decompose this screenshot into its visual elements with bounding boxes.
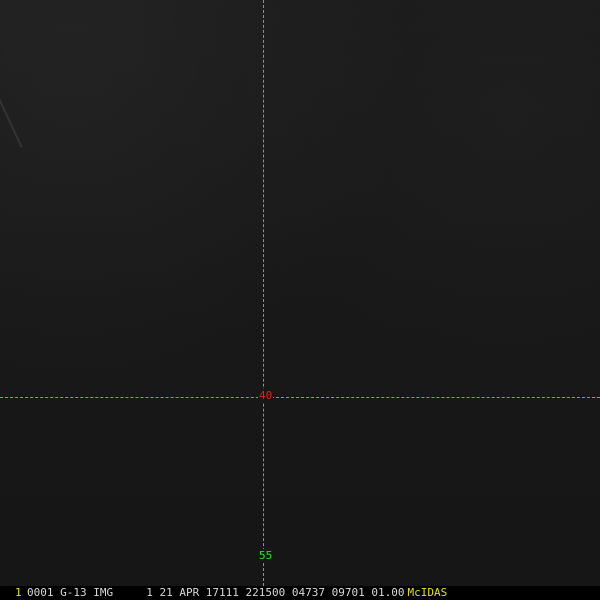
mcidas-image-viewport[interactable]: 40 55 1 0001 G-13 IMG 1 21 APR 17111 221… — [0, 0, 600, 600]
latitude-grid-line — [0, 397, 600, 398]
satellite-image[interactable]: 40 55 — [0, 0, 600, 586]
cloud-streak — [0, 92, 23, 148]
image-header-info: 0001 G-13 IMG 1 21 APR 17111 221500 0473… — [27, 586, 405, 599]
frame-number: 1 — [15, 586, 22, 599]
mcidas-brand: McIDAS — [407, 586, 448, 599]
longitude-grid-line — [263, 0, 264, 586]
frame-status-bar: 1 0001 G-13 IMG 1 21 APR 17111 221500 04… — [0, 586, 600, 600]
latitude-label: 40 — [258, 389, 274, 403]
longitude-label: 55 — [258, 549, 274, 563]
